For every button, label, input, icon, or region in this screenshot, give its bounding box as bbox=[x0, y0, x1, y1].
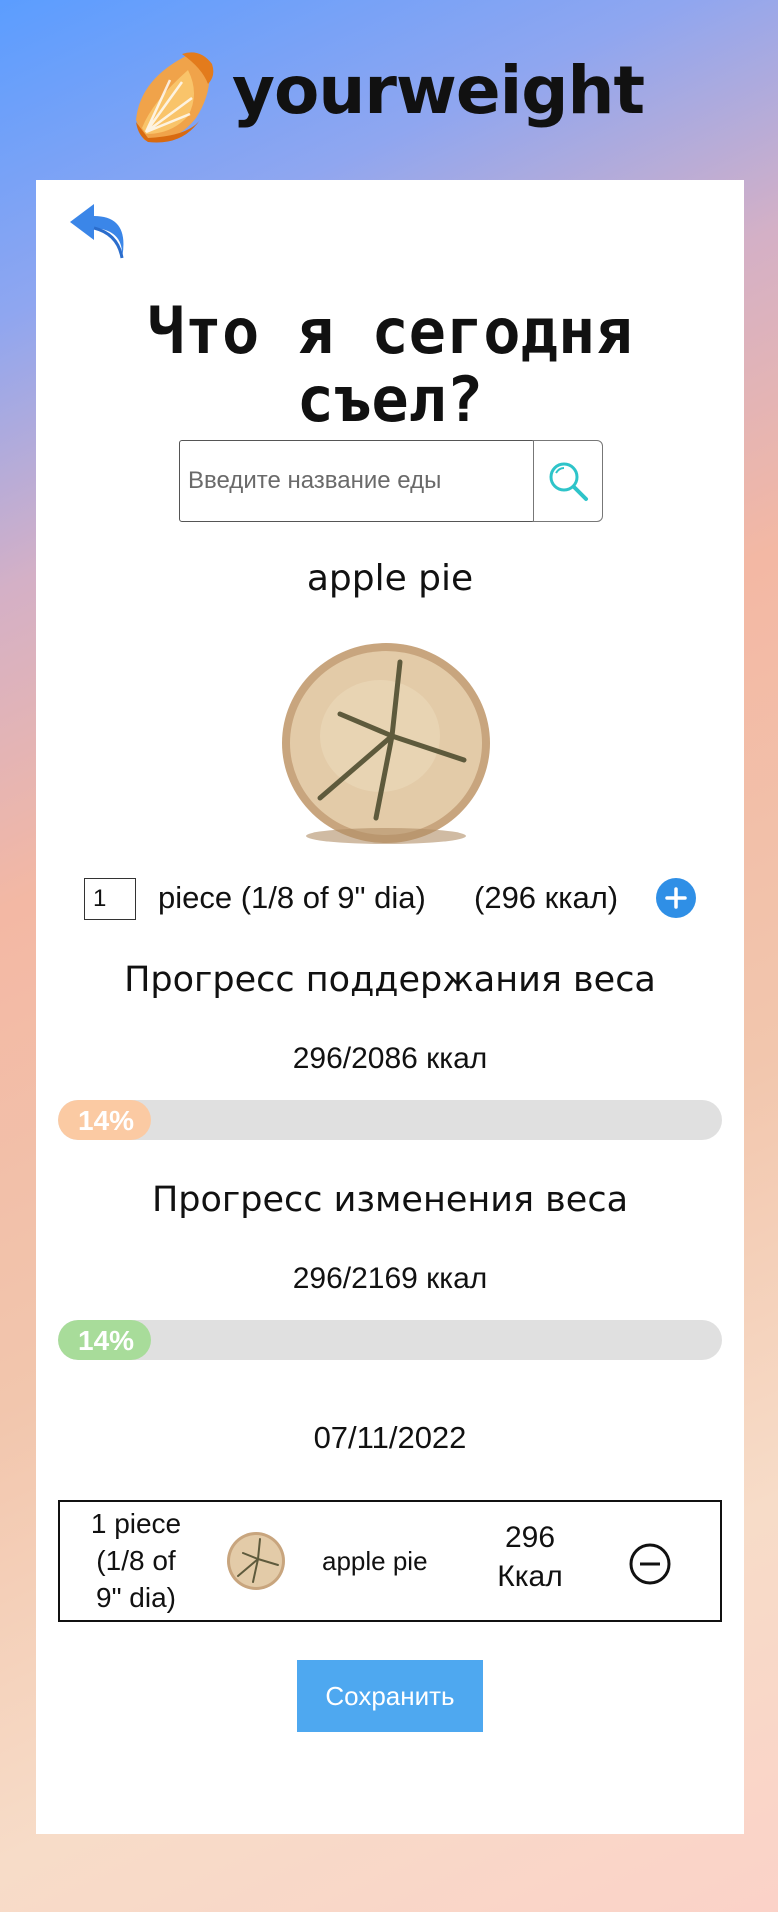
entry-portion-line: 1 piece bbox=[90, 1508, 182, 1539]
list-item: 1 piece (1/8 of 9" dia) apple pie 296 Кк… bbox=[58, 1500, 722, 1622]
search-icon bbox=[549, 462, 588, 501]
orange-slice-icon bbox=[136, 52, 214, 143]
search-bar bbox=[179, 440, 603, 522]
food-name: apple pie bbox=[306, 558, 474, 599]
search-button[interactable] bbox=[533, 440, 603, 522]
maintenance-progress-label: 14% bbox=[78, 1105, 135, 1136]
entry-portion: 1 piece (1/8 of 9" dia) bbox=[66, 1506, 206, 1617]
apple-pie-thumbnail bbox=[227, 1532, 285, 1590]
back-arrow-icon[interactable] bbox=[66, 204, 128, 260]
portion-row: piece (1/8 of 9" dia) (296 ккал) bbox=[84, 878, 744, 926]
plus-circle-icon bbox=[665, 887, 687, 909]
entry-kcal-unit: Ккал bbox=[497, 1560, 563, 1593]
page-title: Что я сегодня съел? bbox=[147, 295, 633, 437]
add-food-button[interactable] bbox=[656, 878, 696, 918]
maintenance-progress-bar: 14% bbox=[58, 1100, 722, 1140]
save-button[interactable]: Сохранить bbox=[297, 1660, 483, 1732]
entry-name: apple pie bbox=[322, 1546, 428, 1576]
brand-name: yourweight bbox=[232, 52, 645, 129]
change-progress-label: 14% bbox=[78, 1325, 135, 1356]
maintenance-title: Прогресс поддержания веса bbox=[124, 960, 656, 1000]
portion-label: piece (1/8 of 9" dia) bbox=[158, 880, 426, 915]
app-header: yourweight bbox=[0, 0, 778, 180]
main-card: Что я сегодня съел? apple pie piece (1/8… bbox=[36, 180, 744, 1834]
entry-date: 07/11/2022 bbox=[313, 1420, 467, 1455]
apple-pie-image bbox=[282, 643, 490, 844]
change-summary: 296/2169 ккал bbox=[292, 1262, 488, 1295]
change-progress-bar: 14% bbox=[58, 1320, 722, 1360]
entry-kcal-value: 296 bbox=[504, 1521, 556, 1554]
maintenance-summary: 296/2086 ккал bbox=[292, 1042, 488, 1075]
change-title: Прогресс изменения веса bbox=[151, 1180, 629, 1220]
entry-kcal: 296 Ккал bbox=[470, 1518, 590, 1596]
entry-portion-line: 9" dia) bbox=[96, 1581, 176, 1613]
quantity-input[interactable] bbox=[84, 878, 136, 920]
search-input[interactable] bbox=[179, 440, 535, 522]
portion-kcal: (296 ккал) bbox=[474, 880, 619, 915]
minus-circle-icon[interactable] bbox=[628, 1542, 672, 1586]
entry-portion-line: (1/8 of bbox=[96, 1544, 176, 1576]
